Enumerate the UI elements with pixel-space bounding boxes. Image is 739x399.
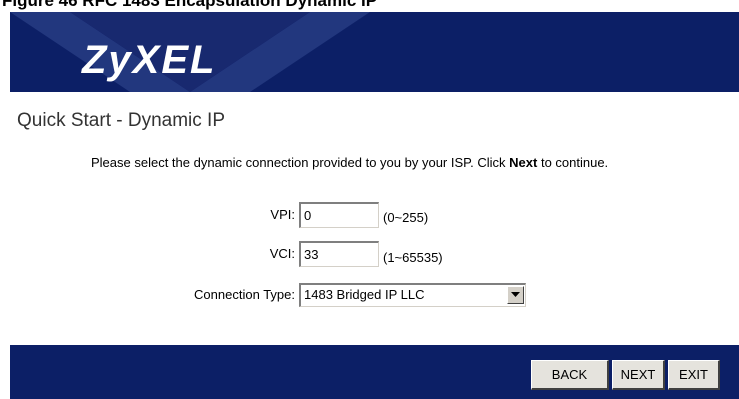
- connection-type-value: 1483 Bridged IP LLC: [304, 287, 425, 302]
- next-button[interactable]: NEXT: [612, 360, 665, 390]
- page: Figure 46 RFC 1483 Encapsulation Dynamic…: [0, 0, 739, 399]
- back-button[interactable]: BACK: [531, 360, 609, 390]
- vpi-input[interactable]: [299, 202, 379, 228]
- instruction-prefix: Please select the dynamic connection pro…: [91, 155, 510, 170]
- chevron-down-icon: [511, 292, 520, 297]
- vpi-range-hint: (0~255): [383, 210, 429, 225]
- vci-input[interactable]: [299, 241, 379, 267]
- page-title: Quick Start - Dynamic IP: [17, 110, 225, 131]
- vci-range-hint: (1~65535): [383, 250, 443, 265]
- figure-caption: Figure 46 RFC 1483 Encapsulation Dynamic…: [0, 0, 739, 12]
- exit-button[interactable]: EXIT: [668, 360, 720, 390]
- figure-caption-text: Figure 46 RFC 1483 Encapsulation Dynamic…: [2, 0, 378, 10]
- vpi-label: VPI:: [270, 207, 295, 222]
- header-banner: ZyXEL: [10, 12, 739, 92]
- dropdown-button[interactable]: [507, 286, 524, 304]
- vci-label: VCI:: [269, 246, 295, 261]
- connection-type-label: Connection Type:: [194, 287, 295, 302]
- instruction-text: Please select the dynamic connection pro…: [91, 155, 731, 170]
- connection-type-select[interactable]: 1483 Bridged IP LLC: [299, 283, 526, 307]
- instruction-suffix: to continue.: [537, 155, 609, 170]
- instruction-next-keyword: Next: [509, 155, 538, 170]
- zyxel-logo: ZyXEL: [82, 38, 217, 82]
